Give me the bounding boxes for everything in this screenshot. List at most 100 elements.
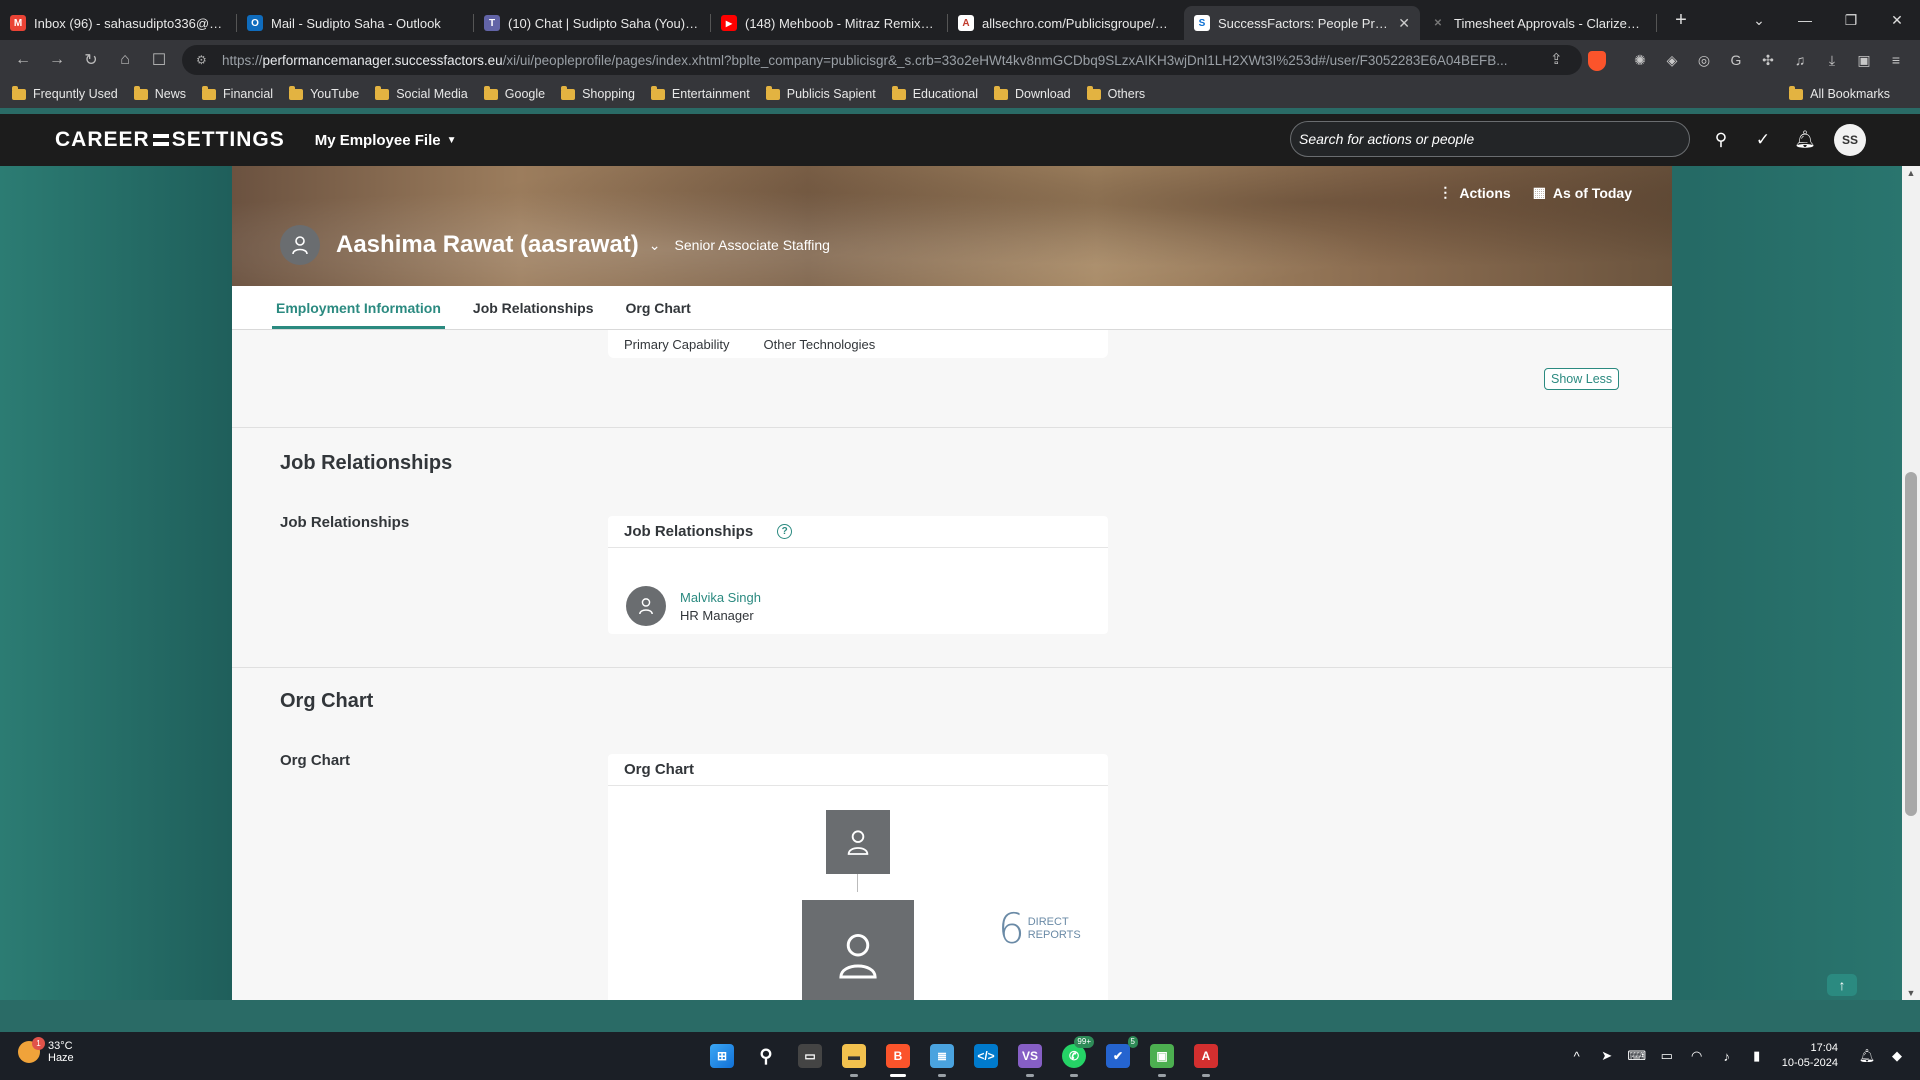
bookmark-label: Educational <box>912 87 979 101</box>
show-hidden-icons[interactable]: ^ <box>1562 1049 1592 1064</box>
scroll-to-top-button[interactable]: ↑ <box>1827 974 1857 996</box>
bookmark-folder[interactable]: Shopping <box>561 85 635 101</box>
site-info-icon[interactable]: ⚙ <box>196 53 207 67</box>
todo-button[interactable]: ✔ 5 <box>1096 1032 1140 1080</box>
bookmark-label: Publicis Sapient <box>786 87 876 101</box>
close-window-button[interactable]: ✕ <box>1874 12 1920 29</box>
forward-icon[interactable]: → <box>40 51 74 69</box>
bookmark-folder[interactable]: Frequntly Used <box>12 85 118 101</box>
bookmarks-bar: Frequntly Used News Financial YouTube So… <box>0 80 1920 108</box>
direct-reports-count[interactable]: 6 DIRECT REPORTS <box>998 904 1081 953</box>
visual-studio-button[interactable]: VS <box>1008 1032 1052 1080</box>
grammarly-icon[interactable]: G <box>1720 52 1752 68</box>
reload-icon[interactable]: ↻ <box>74 50 108 70</box>
minimize-button[interactable]: — <box>1782 12 1828 28</box>
bookmark-folder[interactable]: News <box>133 85 186 101</box>
tab-teams[interactable]: T (10) Chat | Sudipto Saha (You) | Micro… <box>474 6 710 40</box>
search-taskbar-button[interactable]: ⚲ <box>744 1032 788 1080</box>
whatsapp-button[interactable]: ✆ 99+ <box>1052 1032 1096 1080</box>
weather-widget[interactable]: 1 33°C Haze <box>18 1037 74 1064</box>
scrollbar-thumb[interactable] <box>1905 472 1917 816</box>
module-menu[interactable]: My Employee File ▼ <box>315 132 457 149</box>
bookmark-folder[interactable]: Social Media <box>375 85 468 101</box>
page-scrollbar[interactable]: ▲ ▼ <box>1902 166 1920 1000</box>
as-of-today-button[interactable]: ▦ As of Today <box>1533 184 1632 201</box>
url-input[interactable]: ⚙ https://performancemanager.successfact… <box>182 45 1582 75</box>
acrobat-button[interactable]: A <box>1184 1032 1228 1080</box>
search-icon[interactable]: ⚲ <box>1700 130 1742 150</box>
bookmark-folder[interactable]: Financial <box>202 85 273 101</box>
system-clock[interactable]: 17:04 10-05-2024 <box>1782 1041 1838 1071</box>
user-avatar[interactable]: SS <box>1834 124 1866 156</box>
bookmark-folder[interactable]: Entertainment <box>650 85 750 101</box>
notification-bell-icon[interactable]: 🔔︎ <box>1852 1048 1882 1064</box>
help-icon[interactable]: ? <box>777 524 793 539</box>
keyboard-icon[interactable]: ⌨ <box>1622 1048 1652 1064</box>
display-icon[interactable]: ▭ <box>1652 1048 1682 1064</box>
tab-successfactors[interactable]: S SuccessFactors: People Profile ✕ <box>1184 6 1420 40</box>
caret-down-icon: ▼ <box>446 134 457 146</box>
share-icon[interactable]: ⇪ <box>1550 50 1563 68</box>
media-icon[interactable]: ♫ <box>1784 52 1816 68</box>
home-icon[interactable]: ⌂ <box>108 51 142 69</box>
tab-job-relationships[interactable]: Job Relationships <box>473 286 594 329</box>
show-less-button[interactable]: Show Less <box>1544 368 1620 390</box>
brave-shield-icon[interactable] <box>1588 51 1606 71</box>
tab-youtube[interactable]: ▶ (148) Mehboob - Mitraz Remix | YouTube <box>711 6 947 40</box>
bookmark-folder[interactable]: Download <box>994 85 1071 101</box>
extension-icon[interactable]: ✺ <box>1624 52 1656 69</box>
battery-icon[interactable]: ▮ <box>1742 1048 1772 1064</box>
bookmark-folder[interactable]: Google <box>483 85 545 101</box>
todo-check-icon[interactable]: ✓ <box>1742 130 1784 150</box>
bookmark-label: All Bookmarks <box>1810 87 1890 101</box>
menu-icon[interactable]: ≡ <box>1880 52 1912 68</box>
brave-browser-button[interactable]: B <box>876 1032 920 1080</box>
restore-button[interactable]: ❐ <box>1828 12 1874 29</box>
company-logo[interactable]: CAREER SETTINGS <box>55 128 285 152</box>
remote-desktop-button[interactable]: ▣ <box>1140 1032 1184 1080</box>
bookmark-icon[interactable]: ☐ <box>142 50 176 70</box>
scroll-down-icon[interactable]: ▼ <box>1902 988 1920 998</box>
extensions-puzzle-icon[interactable]: ✣ <box>1752 52 1784 69</box>
bookmark-folder[interactable]: YouTube <box>289 85 359 101</box>
bookmark-folder[interactable]: Educational <box>891 85 979 101</box>
close-tab-icon[interactable]: ✕ <box>1398 15 1410 32</box>
tab-employment-information[interactable]: Employment Information <box>272 286 445 329</box>
acrobat-icon: A <box>1194 1044 1218 1068</box>
extension-icon[interactable]: ◎ <box>1688 52 1720 69</box>
employee-job-title: Senior Associate Staffing <box>674 237 830 253</box>
tab-org-chart[interactable]: Org Chart <box>625 286 690 329</box>
tab-clarizen[interactable]: ✕ Timesheet Approvals - Clarizen.com <box>1420 6 1656 40</box>
tab-allsec[interactable]: A allsechro.com/Publicisgroupe/comm <box>948 6 1184 40</box>
volume-icon[interactable]: ♪ <box>1712 1049 1742 1064</box>
tab-outlook[interactable]: O Mail - Sudipto Saha - Outlook <box>237 6 473 40</box>
copilot-icon[interactable]: ◆ <box>1882 1048 1912 1064</box>
wifi-icon[interactable]: ◠ <box>1682 1048 1712 1064</box>
notepad-button[interactable]: ≣ <box>920 1032 964 1080</box>
vscode-button[interactable]: </> <box>964 1032 1008 1080</box>
task-view-button[interactable]: ▭ <box>788 1032 832 1080</box>
extension-icon[interactable]: ◈ <box>1656 52 1688 69</box>
all-bookmarks[interactable]: All Bookmarks <box>1789 80 1890 108</box>
new-tab-button[interactable]: + <box>1667 9 1695 32</box>
profile-avatar <box>280 225 320 265</box>
chevron-down-icon[interactable]: ⌄ <box>649 237 661 254</box>
tab-search-icon[interactable]: ⌄ <box>1736 12 1782 29</box>
scroll-up-icon[interactable]: ▲ <box>1902 168 1920 178</box>
clock-time: 17:04 <box>1810 1042 1838 1054</box>
start-button[interactable]: ⊞ <box>700 1032 744 1080</box>
person-name-link[interactable]: Malvika Singh <box>680 590 761 605</box>
location-icon[interactable]: ➤ <box>1592 1048 1622 1064</box>
tab-gmail[interactable]: M Inbox (96) - sahasudipto336@gmail.com <box>0 6 236 40</box>
download-icon[interactable]: ⤓ <box>1816 52 1848 69</box>
bookmark-folder[interactable]: Others <box>1086 85 1145 101</box>
notifications-bell-icon[interactable]: 🔔︎ <box>1784 130 1826 150</box>
file-explorer-button[interactable]: ▬ <box>832 1032 876 1080</box>
bookmark-folder[interactable]: Publicis Sapient <box>765 85 876 101</box>
back-icon[interactable]: ← <box>6 51 40 69</box>
employee-node[interactable] <box>802 900 914 1000</box>
global-search-input[interactable]: Search for actions or people <box>1290 121 1690 157</box>
actions-button[interactable]: ⋮ Actions <box>1438 184 1510 201</box>
manager-node[interactable] <box>826 810 890 874</box>
sidebar-icon[interactable]: ▣ <box>1848 52 1880 69</box>
